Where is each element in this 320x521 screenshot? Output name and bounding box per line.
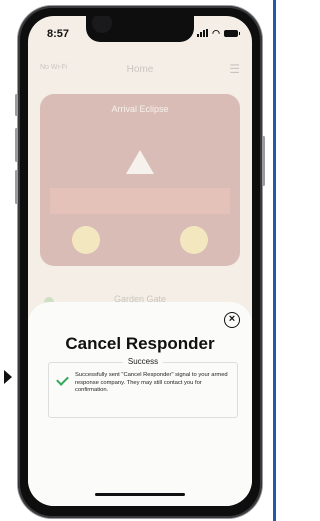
result-label: Success: [122, 357, 164, 366]
phone-screen: 8:57 ◠ No Wi-Fi Home ☰ Arrival Eclipse G…: [28, 16, 252, 506]
volume-down-button: [15, 170, 18, 204]
window-edge: [273, 0, 276, 521]
checkmark-icon: [56, 373, 69, 386]
medical-button-icon: [180, 226, 208, 254]
wifi-icon: ◠: [212, 28, 220, 38]
signal-icon: [197, 29, 209, 37]
result-box: Success Successfully sent "Cancel Respon…: [48, 357, 238, 418]
status-bar: 8:57 ◠: [28, 16, 252, 48]
mute-switch: [15, 94, 18, 116]
app-header: No Wi-Fi Home ☰: [28, 62, 252, 80]
phone-frame: 8:57 ◠ No Wi-Fi Home ☰ Arrival Eclipse G…: [15, 6, 265, 518]
panic-button-icon: [72, 226, 100, 254]
menu-icon: ☰: [229, 62, 240, 76]
home-indicator[interactable]: [95, 493, 185, 496]
warning-icon: [126, 150, 154, 174]
previous-arrow-icon[interactable]: [4, 370, 12, 384]
sheet-title: Cancel Responder: [65, 334, 215, 353]
app-title: Home: [126, 64, 154, 75]
status-time: 8:57: [47, 28, 70, 40]
battery-icon: [224, 29, 240, 37]
alarm-card-title: Arrival Eclipse: [111, 104, 169, 114]
alarm-banner: [50, 188, 230, 214]
power-button: [262, 136, 265, 186]
alarm-card: Arrival Eclipse: [40, 94, 240, 266]
close-icon[interactable]: ×: [224, 312, 240, 328]
cancel-responder-sheet: × Cancel Responder Success Successfully …: [28, 302, 252, 506]
volume-up-button: [15, 128, 18, 162]
result-message: Successfully sent "Cancel Responder" sig…: [75, 372, 228, 394]
